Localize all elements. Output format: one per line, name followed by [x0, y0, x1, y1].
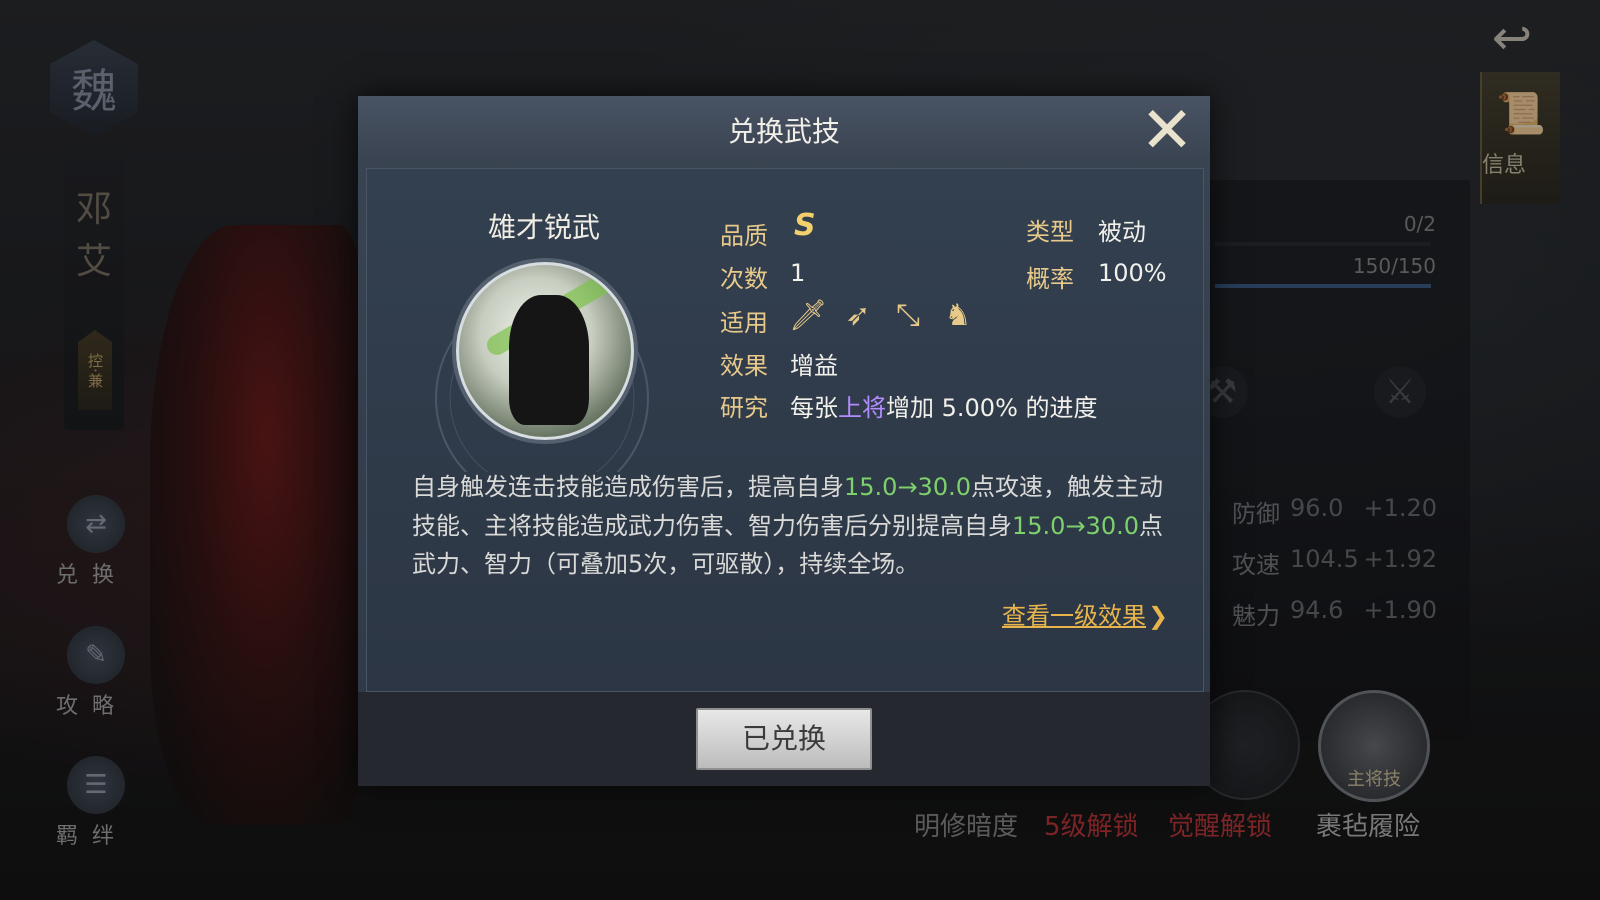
link-text: 查看一级效果 — [1002, 602, 1146, 630]
close-button[interactable]: ✕ — [1134, 99, 1200, 163]
skill-name: 雄才锐武 — [487, 211, 600, 244]
research-suffix: 增加 5.00% 的进度 — [886, 394, 1098, 422]
sword-icon: 🗡 — [788, 298, 828, 333]
research-highlight: 上将 — [838, 394, 886, 422]
skill-emblem — [456, 262, 634, 440]
applicable-icons: 🗡 ➶ ⤡ ♞ — [788, 298, 988, 333]
count-label: 次数 — [720, 265, 768, 293]
type-label: 类型 — [1026, 218, 1074, 246]
exchanged-button[interactable]: 已兑换 — [696, 708, 872, 770]
exchange-skill-modal: 兑换武技 ✕ 雄才锐武 品质 S 类型 被动 次数 1 概率 100% 适用 🗡… — [358, 96, 1210, 786]
research-value: 每张上将增加 5.00% 的进度 — [790, 388, 1098, 423]
view-level-one-effect-link[interactable]: 查看一级效果❯ — [1002, 596, 1168, 631]
applicable-label: 适用 — [720, 309, 768, 337]
effect-label: 效果 — [720, 352, 768, 380]
modal-title: 兑换武技 — [727, 115, 840, 148]
desc-number-2: 15.0→30.0 — [1012, 511, 1139, 540]
type-value: 被动 — [1098, 218, 1146, 246]
bow-icon: ➶ — [845, 298, 871, 333]
research-label: 研究 — [720, 394, 768, 422]
rate-value: 100% — [1098, 259, 1167, 287]
desc-number-1: 15.0→30.0 — [844, 473, 971, 501]
count-value: 1 — [790, 259, 806, 287]
quality-value: S — [794, 208, 816, 243]
chevron-right-icon: ❯ — [1148, 602, 1169, 630]
quality-label: 品质 — [720, 222, 768, 250]
skill-description: 自身触发连击技能造成伤害后，提高自身15.0→30.0点攻速，触发主动技能、主将… — [412, 468, 1172, 584]
research-prefix: 每张 — [790, 394, 838, 422]
desc-part-1: 自身触发连击技能造成伤害后，提高自身 — [412, 473, 844, 501]
horse-icon: ♞ — [944, 298, 972, 333]
rate-label: 概率 — [1026, 265, 1074, 293]
close-icon: ✕ — [1140, 94, 1194, 168]
effect-value: 增益 — [790, 352, 838, 380]
modal-header: 兑换武技 ✕ — [358, 96, 1210, 166]
spear-icon: ⤡ — [896, 298, 920, 333]
emblem-figure — [509, 295, 589, 425]
